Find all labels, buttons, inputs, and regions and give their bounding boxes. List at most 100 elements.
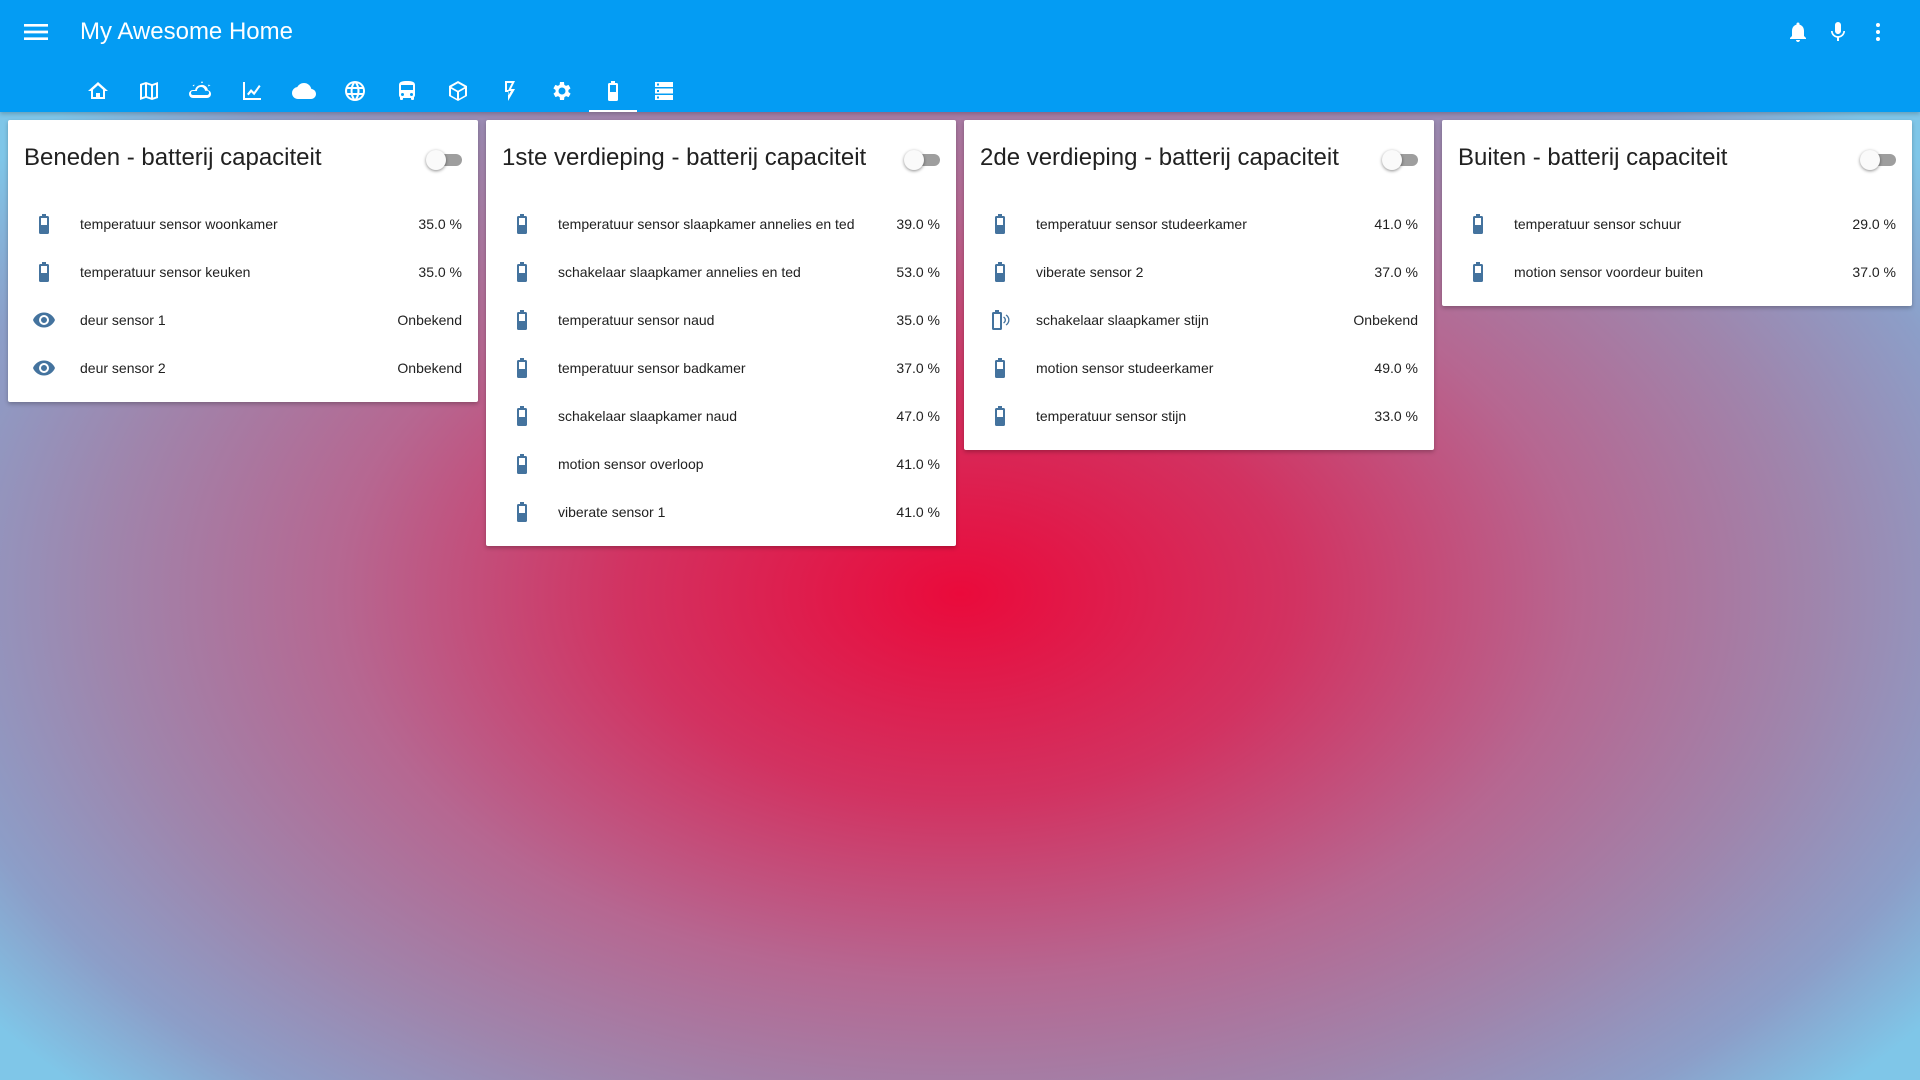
entities-card: Buiten - batterij capaciteit temperatuur … (1442, 120, 1912, 306)
overflow-menu-button[interactable] (1862, 16, 1894, 48)
entity-name: temperatuur sensor stijn (1036, 408, 1187, 424)
tab-transport[interactable] (381, 70, 433, 112)
battery-icon (980, 348, 1020, 388)
entity-row[interactable]: schakelaar slaapkamer stijn Onbekend (964, 296, 1434, 344)
bell-icon (1786, 20, 1810, 44)
entity-state: 49.0 % (1374, 360, 1418, 376)
entities-card: 1ste verdieping - batterij capaciteit tem… (486, 120, 956, 546)
toggle-knob (1382, 150, 1402, 170)
flash-icon (498, 79, 522, 103)
entity-name: temperatuur sensor woonkamer (80, 216, 278, 232)
entity-row[interactable]: temperatuur sensor slaapkamer annelies e… (486, 200, 956, 248)
tab-weather[interactable] (175, 70, 227, 112)
entity-name: viberate sensor 2 (1036, 264, 1144, 280)
toggle-knob (1860, 150, 1880, 170)
gear-icon (549, 79, 573, 103)
tab-server[interactable] (639, 70, 691, 112)
tab-home[interactable] (72, 70, 124, 112)
entity-row[interactable]: motion sensor voordeur buiten 37.0 % (1442, 248, 1912, 296)
battery-icon (502, 300, 542, 340)
tab-history[interactable] (227, 70, 279, 112)
entity-name: schakelaar slaapkamer stijn (1036, 312, 1209, 328)
entity-row[interactable]: temperatuur sensor stijn 33.0 % (964, 392, 1434, 440)
entity-name: motion sensor overloop (558, 456, 704, 472)
chart-line-icon (240, 79, 264, 103)
card-toggle[interactable] (426, 150, 462, 170)
microphone-icon (1826, 20, 1850, 44)
notifications-button[interactable] (1782, 16, 1814, 48)
tab-map[interactable] (124, 70, 176, 112)
menu-button[interactable] (20, 16, 52, 48)
battery-icon (24, 204, 64, 244)
battery-icon (1458, 252, 1498, 292)
card-header: 1ste verdieping - batterij capaciteit (486, 120, 956, 200)
entity-name: deur sensor 1 (80, 312, 166, 328)
entity-state: 39.0 % (896, 216, 940, 232)
entity-row[interactable]: deur sensor 2 Onbekend (8, 344, 478, 392)
entity-state: 37.0 % (1374, 264, 1418, 280)
entity-row[interactable]: temperatuur sensor naud 35.0 % (486, 296, 956, 344)
tab-packages[interactable] (433, 70, 485, 112)
entity-state: 35.0 % (418, 264, 462, 280)
card-title: 1ste verdieping - batterij capaciteit (502, 144, 867, 171)
entity-row[interactable]: temperatuur sensor schuur 29.0 % (1442, 200, 1912, 248)
entity-name: temperatuur sensor studeerkamer (1036, 216, 1247, 232)
entity-name: viberate sensor 1 (558, 504, 666, 520)
card-header: Beneden - batterij capaciteit (8, 120, 478, 200)
entity-state: Onbekend (397, 360, 462, 376)
entity-row[interactable]: temperatuur sensor studeerkamer 41.0 % (964, 200, 1434, 248)
cards-container: Beneden - batterij capaciteit temperatuur… (8, 120, 1912, 546)
entity-row[interactable]: temperatuur sensor badkamer 37.0 % (486, 344, 956, 392)
app-header: My Awesome Home (0, 0, 1920, 112)
battery-icon (502, 204, 542, 244)
tab-network[interactable] (330, 70, 382, 112)
entities-card: Beneden - batterij capaciteit temperatuur… (8, 120, 478, 402)
card-header: Buiten - batterij capaciteit (1442, 120, 1912, 200)
cube-icon (446, 79, 470, 103)
battery-icon (502, 348, 542, 388)
entity-state: 33.0 % (1374, 408, 1418, 424)
entity-row[interactable]: schakelaar slaapkamer annelies en ted 53.… (486, 248, 956, 296)
voice-button[interactable] (1822, 16, 1854, 48)
entity-name: schakelaar slaapkamer annelies en ted (558, 264, 801, 280)
tab-settings[interactable] (536, 70, 588, 112)
entity-name: temperatuur sensor naud (558, 312, 715, 328)
entity-name: schakelaar slaapkamer naud (558, 408, 737, 424)
battery-icon (980, 252, 1020, 292)
entity-state: 35.0 % (418, 216, 462, 232)
entity-state: Onbekend (397, 312, 462, 328)
battery-icon (601, 79, 625, 103)
globe-icon (343, 79, 367, 103)
tab-energy[interactable] (484, 70, 536, 112)
entity-row[interactable]: motion sensor studeerkamer 49.0 % (964, 344, 1434, 392)
tab-cloud[interactable] (278, 70, 330, 112)
battery-unknown-icon (980, 300, 1020, 340)
entity-state: 29.0 % (1852, 216, 1896, 232)
header-actions (1782, 16, 1894, 48)
entity-row[interactable]: schakelaar slaapkamer naud 47.0 % (486, 392, 956, 440)
card-toggle[interactable] (1382, 150, 1418, 170)
dots-vertical-icon (1866, 20, 1890, 44)
entity-state: 53.0 % (896, 264, 940, 280)
cloud-icon (291, 79, 316, 103)
entity-name: motion sensor voordeur buiten (1514, 264, 1704, 280)
entity-row[interactable]: deur sensor 1 Onbekend (8, 296, 478, 344)
entity-row[interactable]: viberate sensor 2 37.0 % (964, 248, 1434, 296)
tab-battery[interactable] (587, 70, 639, 112)
view-tabs (72, 70, 690, 112)
entity-row[interactable]: viberate sensor 1 41.0 % (486, 488, 956, 536)
entity-name: deur sensor 2 (80, 360, 166, 376)
menu-icon (20, 24, 52, 52)
card-toggle[interactable] (1860, 150, 1896, 170)
card-toggle[interactable] (904, 150, 940, 170)
card-title: Buiten - batterij capaciteit (1458, 144, 1728, 171)
entity-state: 47.0 % (896, 408, 940, 424)
eye-icon (24, 300, 64, 340)
entity-row[interactable]: temperatuur sensor keuken 35.0 % (8, 248, 478, 296)
home-icon (86, 79, 110, 103)
entity-state: Onbekend (1353, 312, 1418, 328)
battery-icon (502, 252, 542, 292)
entity-row[interactable]: temperatuur sensor woonkamer 35.0 % (8, 200, 478, 248)
entity-name: motion sensor studeerkamer (1036, 360, 1214, 376)
entity-row[interactable]: motion sensor overloop 41.0 % (486, 440, 956, 488)
